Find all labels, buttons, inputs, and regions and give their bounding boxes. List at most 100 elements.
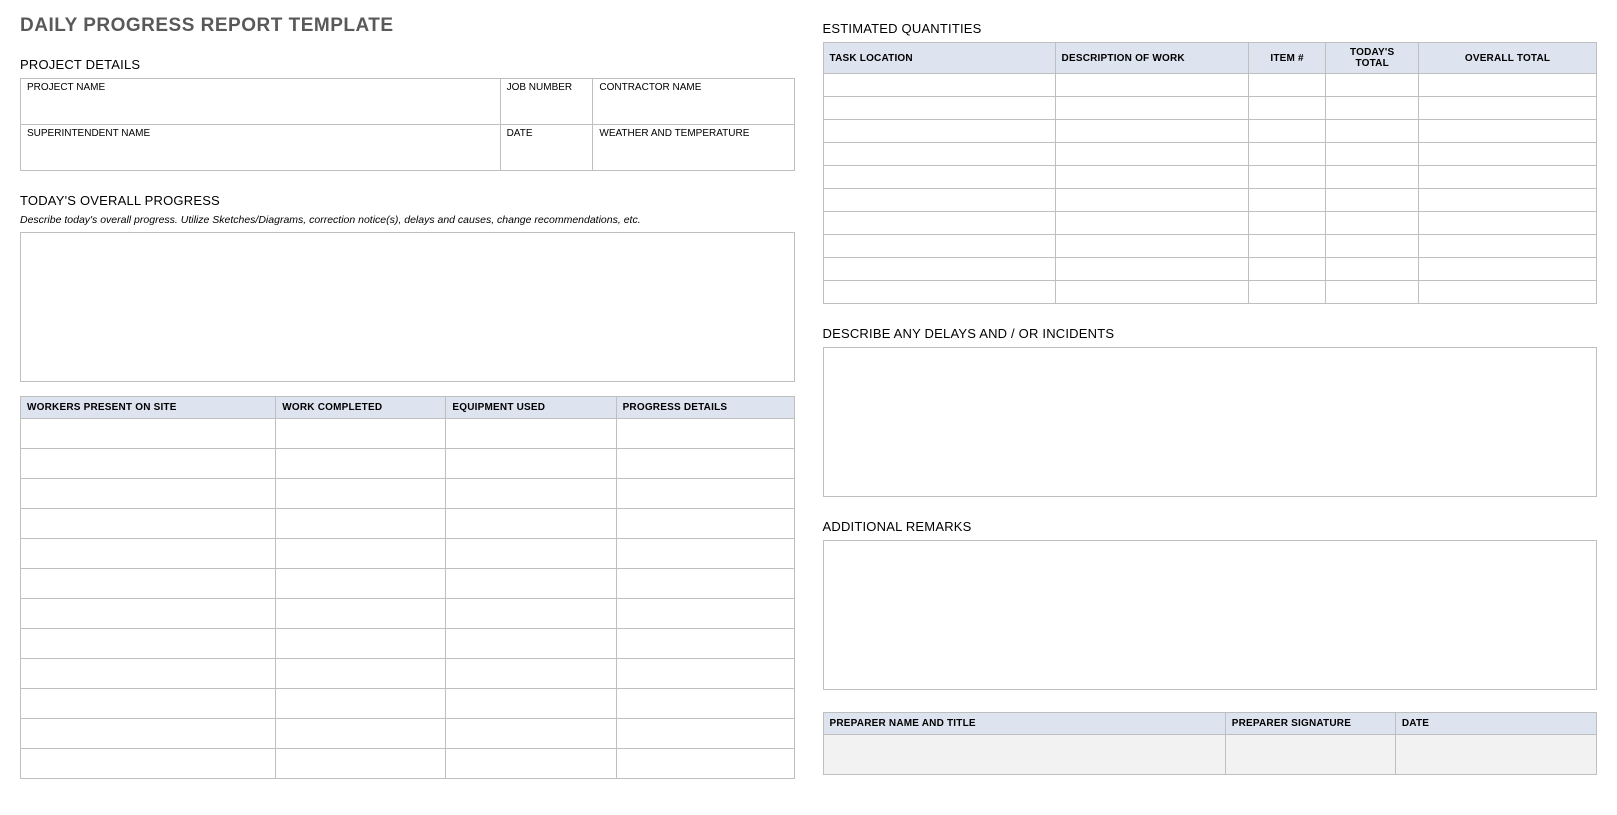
table-cell[interactable] (1326, 143, 1419, 166)
table-cell[interactable] (21, 539, 276, 569)
table-cell[interactable] (616, 539, 794, 569)
table-cell[interactable] (1326, 281, 1419, 304)
table-cell[interactable] (1419, 281, 1597, 304)
table-cell[interactable] (1326, 74, 1419, 97)
table-cell[interactable] (823, 166, 1055, 189)
input-job-number[interactable] (500, 95, 593, 125)
table-cell[interactable] (1248, 189, 1325, 212)
table-cell[interactable] (21, 599, 276, 629)
input-preparer-sig[interactable] (1225, 735, 1395, 775)
table-cell[interactable] (446, 719, 616, 749)
table-cell[interactable] (1248, 120, 1325, 143)
table-cell[interactable] (1326, 189, 1419, 212)
table-cell[interactable] (616, 569, 794, 599)
table-cell[interactable] (1055, 258, 1248, 281)
table-cell[interactable] (446, 599, 616, 629)
table-cell[interactable] (1419, 166, 1597, 189)
table-cell[interactable] (21, 659, 276, 689)
table-cell[interactable] (1419, 143, 1597, 166)
table-cell[interactable] (1419, 74, 1597, 97)
table-cell[interactable] (1248, 143, 1325, 166)
table-cell[interactable] (1055, 143, 1248, 166)
table-cell[interactable] (616, 629, 794, 659)
table-cell[interactable] (616, 719, 794, 749)
table-cell[interactable] (446, 419, 616, 449)
input-preparer-name[interactable] (823, 735, 1225, 775)
table-cell[interactable] (1248, 235, 1325, 258)
table-cell[interactable] (616, 449, 794, 479)
table-cell[interactable] (446, 659, 616, 689)
table-cell[interactable] (276, 509, 446, 539)
input-superintendent-name[interactable] (21, 141, 501, 171)
input-remarks[interactable] (823, 540, 1598, 690)
table-cell[interactable] (823, 143, 1055, 166)
table-cell[interactable] (1055, 166, 1248, 189)
table-cell[interactable] (276, 419, 446, 449)
input-overall-progress[interactable] (20, 232, 795, 382)
table-cell[interactable] (823, 189, 1055, 212)
table-cell[interactable] (1248, 166, 1325, 189)
table-cell[interactable] (1326, 166, 1419, 189)
table-cell[interactable] (823, 235, 1055, 258)
table-cell[interactable] (446, 689, 616, 719)
table-cell[interactable] (276, 689, 446, 719)
table-cell[interactable] (446, 449, 616, 479)
table-cell[interactable] (1248, 74, 1325, 97)
table-cell[interactable] (1055, 235, 1248, 258)
table-cell[interactable] (616, 749, 794, 779)
table-cell[interactable] (1055, 189, 1248, 212)
table-cell[interactable] (1248, 258, 1325, 281)
table-cell[interactable] (21, 449, 276, 479)
table-cell[interactable] (21, 749, 276, 779)
table-cell[interactable] (446, 749, 616, 779)
input-project-name[interactable] (21, 95, 501, 125)
input-weather-temp[interactable] (593, 141, 794, 171)
table-cell[interactable] (616, 419, 794, 449)
table-cell[interactable] (616, 689, 794, 719)
table-cell[interactable] (446, 479, 616, 509)
table-cell[interactable] (616, 509, 794, 539)
table-cell[interactable] (823, 120, 1055, 143)
table-cell[interactable] (21, 629, 276, 659)
table-cell[interactable] (823, 97, 1055, 120)
table-cell[interactable] (616, 599, 794, 629)
table-cell[interactable] (276, 629, 446, 659)
input-signoff-date[interactable] (1395, 735, 1596, 775)
table-cell[interactable] (1326, 212, 1419, 235)
table-cell[interactable] (276, 479, 446, 509)
table-cell[interactable] (823, 74, 1055, 97)
table-cell[interactable] (616, 479, 794, 509)
table-cell[interactable] (21, 479, 276, 509)
table-cell[interactable] (823, 212, 1055, 235)
table-cell[interactable] (21, 719, 276, 749)
input-delays[interactable] (823, 347, 1598, 497)
table-cell[interactable] (276, 659, 446, 689)
table-cell[interactable] (446, 629, 616, 659)
table-cell[interactable] (1419, 97, 1597, 120)
table-cell[interactable] (1419, 212, 1597, 235)
table-cell[interactable] (1326, 235, 1419, 258)
table-cell[interactable] (446, 569, 616, 599)
table-cell[interactable] (21, 569, 276, 599)
table-cell[interactable] (276, 449, 446, 479)
table-cell[interactable] (1248, 97, 1325, 120)
table-cell[interactable] (1419, 120, 1597, 143)
table-cell[interactable] (616, 659, 794, 689)
table-cell[interactable] (1419, 235, 1597, 258)
table-cell[interactable] (276, 719, 446, 749)
table-cell[interactable] (1055, 97, 1248, 120)
table-cell[interactable] (1055, 74, 1248, 97)
table-cell[interactable] (276, 599, 446, 629)
table-cell[interactable] (1326, 120, 1419, 143)
table-cell[interactable] (1055, 120, 1248, 143)
table-cell[interactable] (1248, 281, 1325, 304)
input-date[interactable] (500, 141, 593, 171)
table-cell[interactable] (276, 569, 446, 599)
table-cell[interactable] (276, 749, 446, 779)
table-cell[interactable] (1055, 281, 1248, 304)
table-cell[interactable] (21, 689, 276, 719)
table-cell[interactable] (1419, 258, 1597, 281)
table-cell[interactable] (276, 539, 446, 569)
table-cell[interactable] (1055, 212, 1248, 235)
input-contractor-name[interactable] (593, 95, 794, 125)
